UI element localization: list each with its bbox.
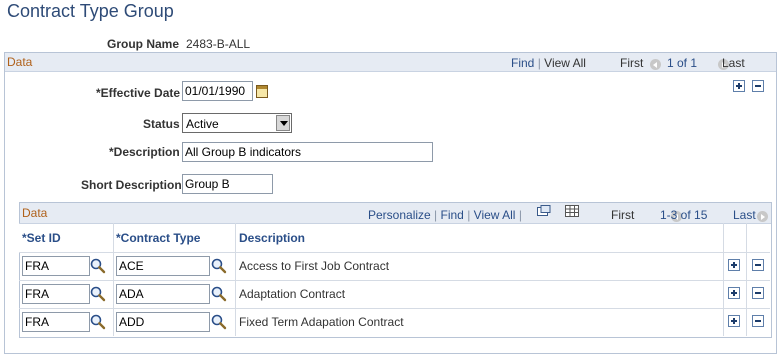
grid-nav: Personalize | Find | View All | <box>368 208 522 222</box>
nav-separator: | <box>467 208 471 222</box>
group-name-value: 2483-B-ALL <box>186 37 251 51</box>
short-description-field[interactable] <box>182 174 273 194</box>
group-name-label: Group Name <box>107 37 180 51</box>
calendar-icon[interactable] <box>256 85 268 98</box>
data-panel-title: Data <box>7 55 33 69</box>
setid-field[interactable] <box>22 256 90 276</box>
delete-row-icon[interactable] <box>752 259 764 271</box>
effective-date-field[interactable] <box>182 81 253 101</box>
description-label: *Description <box>109 145 180 159</box>
nav-separator: | <box>537 56 541 70</box>
lookup-icon[interactable] <box>90 314 106 330</box>
last-link[interactable]: Last <box>722 56 745 70</box>
delete-row-icon[interactable] <box>752 315 764 327</box>
view-all-link[interactable]: View All <box>544 56 586 70</box>
lookup-icon[interactable] <box>90 258 106 274</box>
nav-separator: | <box>518 208 522 222</box>
lookup-icon[interactable] <box>211 258 227 274</box>
add-row-icon[interactable] <box>728 259 740 271</box>
status-select[interactable]: Active <box>182 113 292 133</box>
setid-field[interactable] <box>22 312 90 332</box>
add-row-icon[interactable] <box>733 80 745 92</box>
grid-last-link[interactable]: Last <box>733 208 756 222</box>
contract-type-field[interactable] <box>116 284 210 304</box>
lookup-icon[interactable] <box>90 286 106 302</box>
row-description: Access to First Job Contract <box>239 259 390 273</box>
description-field[interactable] <box>182 142 433 162</box>
add-row-icon[interactable] <box>728 315 740 327</box>
zoom-icon[interactable] <box>537 205 551 217</box>
status-value: Active <box>186 117 219 131</box>
delete-row-icon[interactable] <box>752 287 764 299</box>
short-description-label: Short Description <box>81 178 182 192</box>
contract-type-field[interactable] <box>116 312 210 332</box>
range-text: 1 of 1 <box>667 56 698 70</box>
data-panel-nav: Find | View All <box>511 56 586 70</box>
lookup-icon[interactable] <box>211 314 227 330</box>
row-description: Adaptation Contract <box>239 287 346 301</box>
grid-view-all-link[interactable]: View All <box>474 208 516 222</box>
col-header-description: Description <box>239 231 306 245</box>
col-header-contract-type[interactable]: *Contract Type <box>116 231 200 245</box>
contract-type-field[interactable] <box>116 256 210 276</box>
first-link[interactable]: First <box>620 56 643 70</box>
add-row-icon[interactable] <box>728 287 740 299</box>
download-icon[interactable] <box>565 205 579 217</box>
status-label: Status <box>143 117 180 131</box>
find-link[interactable]: Find <box>511 56 534 70</box>
lookup-icon[interactable] <box>211 286 227 302</box>
grid-range-text: 1-3 of 15 <box>660 208 708 222</box>
grid-find-link[interactable]: Find <box>441 208 464 222</box>
nav-separator: | <box>434 208 438 222</box>
chevron-down-icon[interactable] <box>276 115 290 131</box>
page-title: Contract Type Group <box>7 1 174 21</box>
setid-field[interactable] <box>22 284 90 304</box>
effective-date-label: *Effective Date <box>96 86 181 100</box>
col-header-setid[interactable]: *Set ID <box>22 231 61 245</box>
personalize-link[interactable]: Personalize <box>368 208 431 222</box>
delete-row-icon[interactable] <box>752 80 764 92</box>
grid-title: Data <box>22 206 48 220</box>
row-description: Fixed Term Adapation Contract <box>239 315 404 329</box>
grid-first-link[interactable]: First <box>611 208 634 222</box>
